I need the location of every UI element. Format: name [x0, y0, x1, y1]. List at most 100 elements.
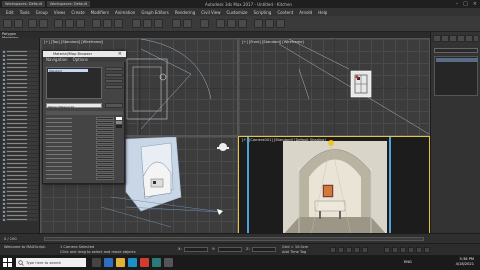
z-coord-field[interactable]	[252, 247, 276, 252]
visibility-icon[interactable]	[3, 74, 5, 77]
dialog-side-button[interactable]	[105, 73, 123, 77]
visibility-icon[interactable]	[3, 126, 5, 129]
scene-row[interactable]	[2, 190, 38, 193]
maximize-icon[interactable]: □	[463, 1, 468, 7]
visibility-icon[interactable]	[3, 158, 5, 161]
viewport-camera[interactable]: [+] [Camera001] [Standard] [Default Shad…	[238, 136, 430, 234]
field-of-view-icon[interactable]	[416, 247, 422, 253]
dialog-side-button[interactable]	[105, 85, 123, 89]
percent-snap-icon[interactable]	[154, 19, 163, 28]
next-frame-icon[interactable]	[354, 247, 360, 253]
scene-row[interactable]	[2, 170, 38, 173]
property-row[interactable]	[46, 149, 123, 152]
menu-customize[interactable]: Customize	[227, 10, 248, 15]
visibility-icon[interactable]	[3, 142, 5, 145]
play-icon[interactable]	[346, 247, 352, 253]
menu-scripting[interactable]: Scripting	[254, 10, 272, 15]
scene-row[interactable]	[2, 214, 38, 217]
material-type-button[interactable]	[105, 103, 123, 108]
modifier-stack[interactable]	[434, 56, 478, 96]
scene-row[interactable]	[2, 178, 38, 181]
scene-row[interactable]	[2, 118, 38, 121]
select-by-name-icon[interactable]	[65, 19, 74, 28]
scene-row[interactable]	[2, 90, 38, 93]
close-icon[interactable]: ×	[473, 1, 477, 7]
visibility-icon[interactable]	[3, 150, 5, 153]
add-time-tag[interactable]: Add Time Tag	[282, 250, 306, 254]
scene-row[interactable]	[2, 54, 38, 57]
property-row[interactable]	[46, 173, 123, 176]
visibility-icon[interactable]	[3, 122, 5, 125]
visibility-icon[interactable]	[3, 190, 5, 193]
scene-row[interactable]	[2, 110, 38, 113]
scene-row[interactable]	[2, 202, 38, 205]
visibility-icon[interactable]	[3, 198, 5, 201]
align-icon[interactable]	[183, 19, 192, 28]
property-row[interactable]	[46, 129, 123, 132]
go-to-end-icon[interactable]	[362, 247, 368, 253]
property-row[interactable]	[46, 177, 123, 180]
utilities-icon[interactable]	[473, 35, 479, 42]
hierarchy-icon[interactable]	[449, 35, 457, 42]
menu-modifiers[interactable]: Modifiers	[91, 10, 109, 15]
menu-animation[interactable]: Animation	[115, 10, 135, 15]
property-row[interactable]	[46, 125, 123, 128]
chrome-icon[interactable]	[140, 258, 149, 267]
visibility-icon[interactable]	[3, 146, 5, 149]
scene-row[interactable]	[2, 198, 38, 201]
scene-row[interactable]	[2, 78, 38, 81]
windows-start-icon[interactable]	[3, 258, 12, 267]
scene-row[interactable]	[2, 98, 38, 101]
menu-arnold[interactable]: Arnold	[299, 10, 312, 15]
render-setup-icon[interactable]	[254, 19, 263, 28]
visibility-icon[interactable]	[3, 94, 5, 97]
photoshop-icon[interactable]	[164, 258, 173, 267]
layer-icon[interactable]	[200, 19, 209, 28]
visibility-icon[interactable]	[3, 214, 5, 217]
rect-select-icon[interactable]	[76, 19, 85, 28]
property-row[interactable]	[46, 145, 123, 148]
dialog-menu-options[interactable]: Options	[73, 57, 88, 62]
visibility-icon[interactable]	[3, 162, 5, 165]
dialog-menu-navigation[interactable]: Navigation	[46, 57, 68, 62]
visibility-icon[interactable]	[3, 70, 5, 73]
visibility-icon[interactable]	[3, 50, 5, 53]
edge-icon[interactable]	[104, 258, 113, 267]
unlink-icon[interactable]	[39, 19, 48, 28]
visibility-icon[interactable]	[3, 58, 5, 61]
scene-row[interactable]	[2, 86, 38, 89]
minimize-icon[interactable]: –	[456, 1, 459, 7]
visibility-icon[interactable]	[3, 102, 5, 105]
scene-row[interactable]	[2, 210, 38, 213]
scene-row[interactable]	[2, 182, 38, 185]
zoom-icon[interactable]	[384, 247, 390, 253]
menu-rendering[interactable]: Rendering	[175, 10, 195, 15]
visibility-icon[interactable]	[3, 186, 5, 189]
scene-row[interactable]	[2, 70, 38, 73]
menu-help[interactable]: Help	[318, 10, 327, 15]
visibility-icon[interactable]	[3, 174, 5, 177]
dialog-side-button[interactable]	[105, 67, 123, 71]
visibility-icon[interactable]	[3, 154, 5, 157]
maxscript-listener[interactable]: Welcome to MAXScript.	[4, 245, 46, 249]
dialog-side-button[interactable]	[105, 79, 123, 83]
rollout-header[interactable]	[46, 111, 123, 115]
object-name-field[interactable]	[434, 48, 478, 53]
scene-row[interactable]	[2, 186, 38, 189]
system-clock[interactable]: 5:38 PM 4/18/2021	[456, 257, 474, 266]
scene-row[interactable]	[2, 114, 38, 117]
scene-row[interactable]	[2, 82, 38, 85]
scale-icon[interactable]	[114, 19, 123, 28]
scene-row[interactable]	[2, 66, 38, 69]
y-coord-field[interactable]	[218, 247, 242, 252]
visibility-icon[interactable]	[3, 178, 5, 181]
scene-row[interactable]	[2, 206, 38, 209]
scene-row[interactable]	[2, 134, 38, 137]
orbit-icon[interactable]	[408, 247, 414, 253]
scene-row[interactable]	[2, 194, 38, 197]
visibility-icon[interactable]	[3, 86, 5, 89]
scene-row[interactable]	[2, 50, 38, 53]
scene-row[interactable]	[2, 154, 38, 157]
property-row[interactable]	[46, 117, 123, 120]
menu-tools[interactable]: Tools	[20, 10, 30, 15]
